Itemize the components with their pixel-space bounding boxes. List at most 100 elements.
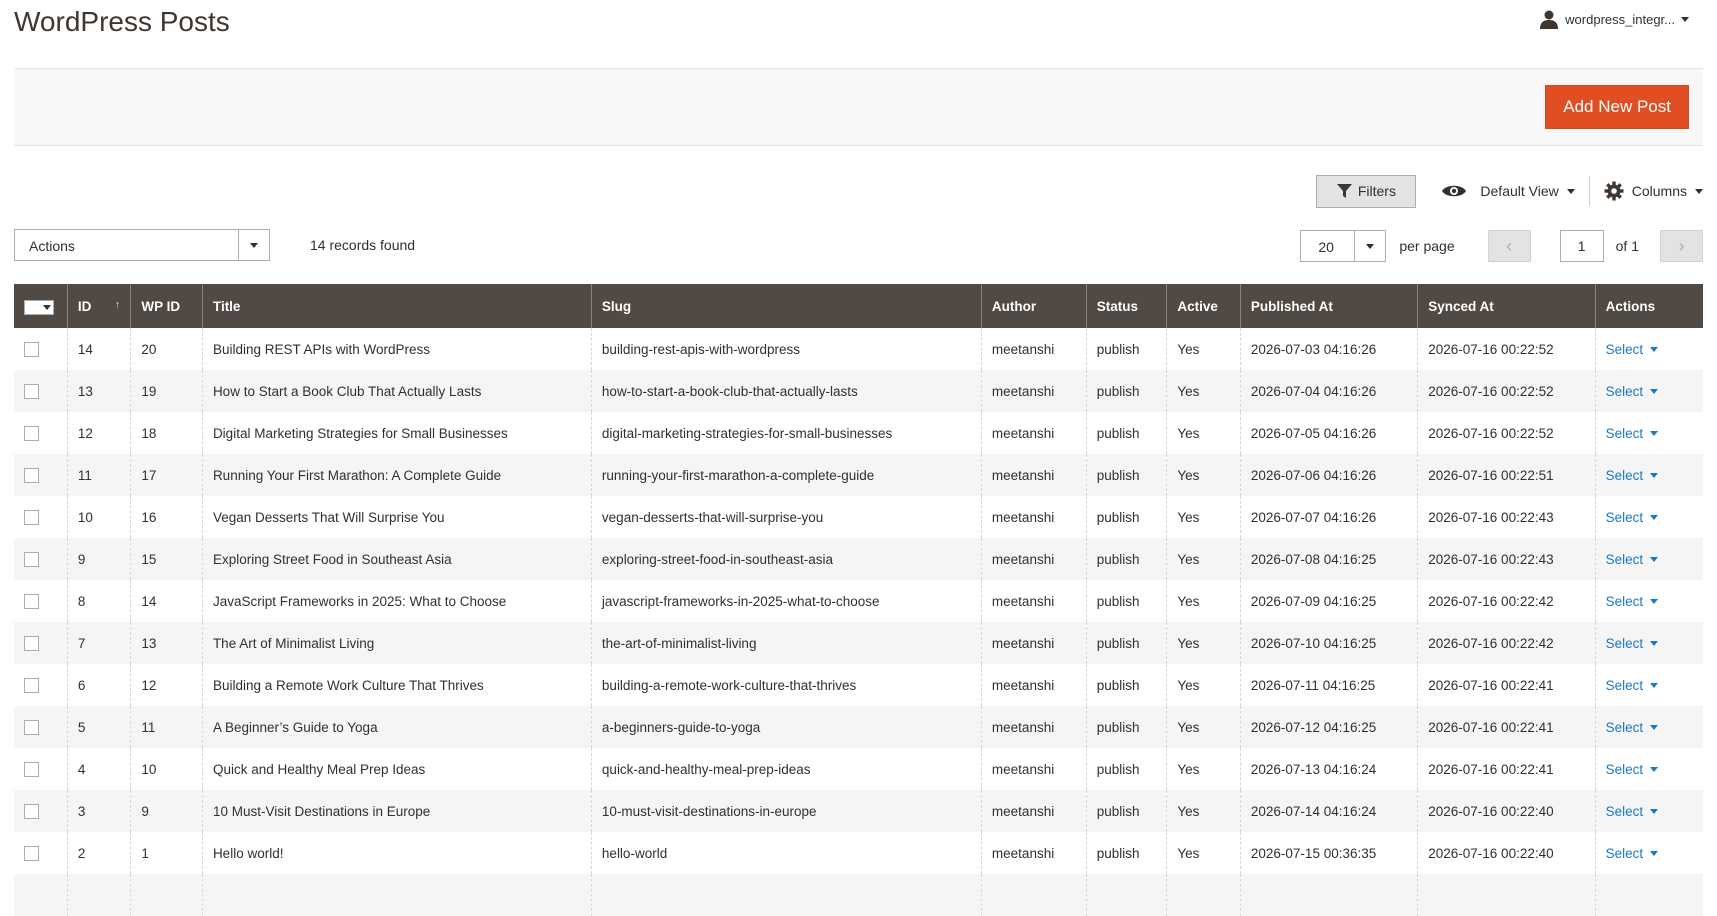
cell-synced: 2026-07-16 00:22:51 <box>1417 454 1596 496</box>
row-checkbox[interactable] <box>24 845 39 861</box>
row-checkbox[interactable] <box>24 509 39 525</box>
cell-status: publish <box>1085 706 1167 748</box>
cell-id: 3 <box>66 790 131 832</box>
cell-status: publish <box>1085 790 1167 832</box>
column-header-id[interactable]: ID ↑ <box>66 284 131 328</box>
row-checkbox[interactable] <box>24 467 39 483</box>
row-select-action[interactable]: Select <box>1606 762 1659 777</box>
cell-active: Yes <box>1166 328 1241 370</box>
total-pages-label: of 1 <box>1615 238 1639 254</box>
cell-actions: Select <box>1594 328 1703 370</box>
column-header-active[interactable]: Active <box>1166 284 1241 328</box>
table-row: 3 9 10 Must-Visit Destinations in Europe 10… <box>14 790 1703 832</box>
row-select-action[interactable]: Select <box>1606 342 1659 357</box>
cell-wp-id: 1 <box>130 832 203 874</box>
table-row: 13 19 How to Start a Book Club That Actual… <box>14 370 1703 412</box>
column-header-title[interactable]: Title <box>201 284 592 328</box>
row-select-action[interactable]: Select <box>1606 720 1659 735</box>
row-checkbox[interactable] <box>24 719 39 735</box>
row-select-action[interactable]: Select <box>1606 594 1659 609</box>
row-checkbox[interactable] <box>24 383 39 399</box>
cell-active: Yes <box>1166 454 1241 496</box>
row-select-action[interactable]: Select <box>1606 552 1659 567</box>
row-checkbox-cell <box>14 832 67 874</box>
cell-published: 2026-07-11 04:16:25 <box>1239 664 1418 706</box>
columns-control[interactable]: Columns <box>1590 181 1703 201</box>
per-page-select[interactable]: 20 <box>1300 230 1387 262</box>
row-select-action[interactable]: Select <box>1606 384 1659 399</box>
cell-author: meetanshi <box>980 370 1087 412</box>
cell-slug: hello-world <box>590 832 982 874</box>
prev-page-button[interactable]: ‹ <box>1487 230 1531 262</box>
cell-id: 8 <box>66 580 131 622</box>
cell-actions: Select <box>1594 412 1703 454</box>
cell-published: 2026-07-07 04:16:26 <box>1239 496 1418 538</box>
row-checkbox[interactable] <box>24 761 39 777</box>
mass-actions-select[interactable]: Actions <box>14 229 270 261</box>
table-row: 4 10 Quick and Healthy Meal Prep Ideas quic… <box>14 748 1703 790</box>
row-select-action[interactable]: Select <box>1606 846 1659 861</box>
view-switcher[interactable]: Default View <box>1442 176 1590 206</box>
row-checkbox[interactable] <box>24 425 39 441</box>
row-select-label: Select <box>1605 551 1644 567</box>
cell-synced: 2026-07-16 00:22:42 <box>1417 622 1596 664</box>
row-checkbox[interactable] <box>24 551 39 567</box>
cell-status: publish <box>1085 496 1167 538</box>
cell-active: Yes <box>1166 580 1241 622</box>
row-checkbox[interactable] <box>24 593 39 609</box>
add-new-post-button[interactable]: Add New Post <box>1545 85 1689 129</box>
column-header-slug[interactable]: Slug <box>590 284 982 328</box>
current-page-input[interactable]: 1 <box>1559 230 1604 262</box>
column-header-published-at[interactable]: Published At <box>1239 284 1418 328</box>
row-checkbox[interactable] <box>24 677 39 693</box>
cell-synced <box>1417 874 1596 916</box>
chevron-down-icon <box>1354 231 1385 261</box>
row-select-action[interactable]: Select <box>1606 468 1659 483</box>
cell-wp-id: 20 <box>130 328 203 370</box>
cell-author: meetanshi <box>980 496 1087 538</box>
row-select-action[interactable]: Select <box>1606 804 1659 819</box>
row-select-label: Select <box>1605 635 1644 651</box>
cell-active: Yes <box>1166 496 1241 538</box>
row-select-action[interactable]: Select <box>1606 426 1659 441</box>
filters-button[interactable]: Filters <box>1316 174 1417 208</box>
column-header-status[interactable]: Status <box>1085 284 1167 328</box>
row-checkbox-cell <box>14 580 67 622</box>
user-menu[interactable]: wordpress_integr... <box>1539 9 1689 29</box>
column-header-synced-at[interactable]: Synced At <box>1417 284 1596 328</box>
row-checkbox-cell <box>14 454 68 496</box>
cell-active: Yes <box>1166 664 1241 706</box>
cell-title: The Art of Minimalist Living <box>201 622 592 664</box>
mass-select-checkbox[interactable] <box>24 299 54 315</box>
column-header-wp-id[interactable]: WP ID <box>130 284 203 328</box>
chevron-down-icon <box>1650 850 1659 856</box>
per-page-label: per page <box>1399 238 1455 254</box>
cell-status: publish <box>1085 538 1167 580</box>
row-select-label: Select <box>1605 593 1644 609</box>
mass-select-header[interactable] <box>14 284 68 328</box>
cell-published: 2026-07-08 04:16:25 <box>1239 538 1418 580</box>
column-header-author[interactable]: Author <box>980 284 1087 328</box>
table-row <box>14 874 1703 916</box>
per-page-value: 20 <box>1318 239 1334 255</box>
row-checkbox-cell <box>14 370 68 412</box>
table-row: 7 13 The Art of Minimalist Living the-art-o… <box>14 622 1703 664</box>
row-checkbox[interactable] <box>24 803 39 819</box>
cell-actions: Select <box>1594 496 1703 538</box>
row-select-action[interactable]: Select <box>1606 636 1659 651</box>
cell-wp-id: 16 <box>130 496 203 538</box>
row-select-label: Select <box>1605 341 1644 357</box>
row-select-action[interactable]: Select <box>1606 678 1659 693</box>
cell-actions <box>1594 874 1703 916</box>
row-checkbox[interactable] <box>24 341 39 357</box>
cell-author: meetanshi <box>980 790 1087 832</box>
cell-author: meetanshi <box>980 412 1087 454</box>
row-checkbox[interactable] <box>24 635 39 651</box>
row-select-action[interactable]: Select <box>1606 510 1659 525</box>
cell-author: meetanshi <box>980 454 1087 496</box>
cell-active: Yes <box>1166 706 1241 748</box>
chevron-down-icon <box>1650 766 1659 772</box>
row-select-label: Select <box>1605 383 1644 399</box>
next-page-button[interactable]: › <box>1660 230 1703 262</box>
columns-label: Columns <box>1631 183 1687 199</box>
